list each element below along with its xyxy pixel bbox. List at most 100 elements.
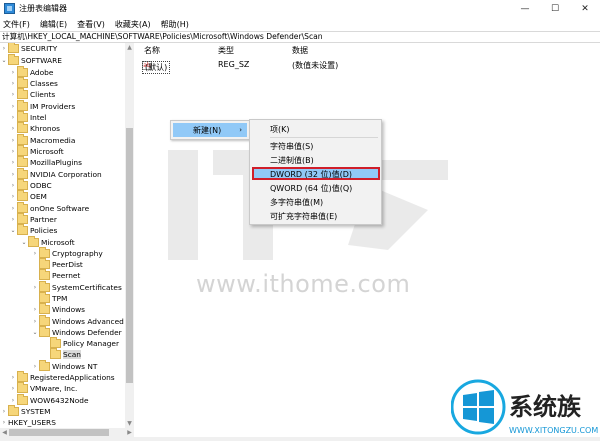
expand-icon[interactable]: › [9,203,17,214]
expand-icon[interactable]: › [31,304,39,315]
tree-item[interactable]: › Intel [9,111,46,123]
column-data-header[interactable]: 数据 [292,45,308,56]
collapse-icon[interactable]: ⌄ [9,225,17,236]
folder-icon [39,315,50,326]
tree-item[interactable]: › SYSTEM [0,405,50,417]
menu-item-string-value[interactable]: 字符串值(S) [270,140,313,152]
tree-item[interactable]: › Clients [9,88,56,100]
tree-item[interactable]: › MozillaPlugins [9,156,82,168]
expand-icon[interactable]: › [9,112,17,123]
expand-icon[interactable]: › [31,282,39,293]
tree-item[interactable]: › VMware, Inc. [9,382,77,394]
folder-icon [39,258,50,269]
expand-icon[interactable]: › [9,214,17,225]
expand-icon[interactable]: › [9,383,17,394]
expand-icon[interactable]: › [9,157,17,168]
tree-item[interactable]: › Khronos [9,122,60,134]
collapse-icon[interactable]: ⌄ [31,327,39,338]
expand-icon[interactable]: › [9,372,17,383]
expand-icon[interactable]: › [9,146,17,157]
tree-item[interactable]: › SECURITY [0,43,57,54]
tree-item-label: Adobe [30,68,54,77]
tree-item[interactable]: › HKEY_USERS [0,417,56,428]
tree-horizontal-scrollbar[interactable]: ◀ ▶ [0,428,134,437]
menu-item-key[interactable]: 项(K) [270,123,290,135]
close-button[interactable]: ✕ [570,0,600,17]
tree-item[interactable]: ⌄ Policies [9,224,58,236]
tree-item[interactable]: › OEM [9,190,47,202]
window-title: 注册表编辑器 [19,4,67,13]
folder-icon [17,382,28,393]
expand-icon[interactable]: › [0,406,8,417]
tree-vertical-scrollbar[interactable]: ▲ ▼ [125,43,134,428]
menu-item-dword-value[interactable]: DWORD (32 位)值(D) [270,168,352,180]
menu-item-expandable-string-value[interactable]: 可扩充字符串值(E) [270,210,337,222]
expand-icon[interactable]: › [9,135,17,146]
scroll-up-icon[interactable]: ▲ [125,43,134,52]
tree-item-label: Khronos [30,124,60,133]
tree-item[interactable]: › WOW6432Node [9,394,89,406]
tree-item[interactable]: ⌄ Windows Defender [31,326,122,338]
expand-icon[interactable]: › [9,101,17,112]
expand-icon[interactable]: › [9,123,17,134]
menu-item-qword-value[interactable]: QWORD (64 位)值(Q) [270,182,352,194]
expand-icon[interactable]: › [0,417,8,428]
folder-icon [39,360,50,371]
tree-item[interactable]: › Windows NT [31,360,97,372]
expand-icon[interactable]: › [31,361,39,372]
folder-icon [39,326,50,337]
expand-icon[interactable]: › [9,191,17,202]
menu-item-binary-value[interactable]: 二进制值(B) [270,154,314,166]
tree-item-label: OEM [30,192,47,201]
tree-item-selected[interactable]: Scan [42,348,81,360]
expand-icon[interactable]: › [9,169,17,180]
value-row[interactable]: ab (默认) REG_SZ (数值未设置) [136,59,436,74]
tree-item[interactable]: › Adobe [9,66,54,78]
minimize-button[interactable]: — [510,0,540,17]
value-type-cell: REG_SZ [218,60,250,69]
menu-item-new[interactable]: 新建(N) › [173,123,247,137]
maximize-button[interactable]: ☐ [540,0,570,17]
folder-icon [39,281,50,292]
column-name-header[interactable]: 名称 [144,45,160,56]
expand-icon[interactable]: › [9,89,17,100]
tree-item[interactable]: TPM [31,292,67,304]
expand-icon[interactable]: › [9,67,17,78]
menu-help[interactable]: 帮助(H) [161,19,189,30]
collapse-icon[interactable]: ⌄ [20,237,28,248]
scroll-left-icon[interactable]: ◀ [0,428,9,437]
column-type-header[interactable]: 类型 [218,45,234,56]
expand-icon[interactable]: › [9,78,17,89]
scroll-thumb[interactable] [9,429,109,436]
tree-item[interactable]: Peernet [31,269,80,281]
expand-icon[interactable]: › [31,316,39,327]
window-controls: — ☐ ✕ [510,0,600,17]
menu-item-multi-string-value[interactable]: 多字符串值(M) [270,196,323,208]
tree-item-label: Policies [30,226,58,235]
menu-view[interactable]: 查看(V) [77,19,105,30]
menu-file[interactable]: 文件(F) [3,19,30,30]
scroll-thumb[interactable] [126,128,133,383]
tree-item-label: Clients [30,90,56,99]
address-bar[interactable]: 计算机\HKEY_LOCAL_MACHINE\SOFTWARE\Policies… [0,31,600,43]
expand-icon [42,349,50,360]
expand-icon[interactable]: › [31,248,39,259]
expand-icon[interactable]: › [0,43,8,54]
expand-icon[interactable]: › [9,180,17,191]
scroll-down-icon[interactable]: ▼ [125,419,134,428]
tree-item[interactable]: ⌄ Microsoft [20,236,75,248]
menu-favorites[interactable]: 收藏夹(A) [115,19,151,30]
tree-item[interactable]: › RegisteredApplications [9,371,115,383]
folder-icon [17,190,28,201]
tree-item[interactable]: › ODBC [9,179,52,191]
tree-item[interactable]: ⌄ SOFTWARE [0,54,62,66]
tree-item[interactable]: › Windows [31,303,85,315]
value-name: (默认) [142,61,171,74]
tree-item-label: PeerDist [52,260,83,269]
menu-edit[interactable]: 编辑(E) [40,19,67,30]
scroll-right-icon[interactable]: ▶ [125,428,134,437]
collapse-icon[interactable]: ⌄ [0,55,8,66]
folder-icon [17,122,28,133]
folder-icon [8,54,19,65]
tree-item-label: Macromedia [30,136,76,145]
